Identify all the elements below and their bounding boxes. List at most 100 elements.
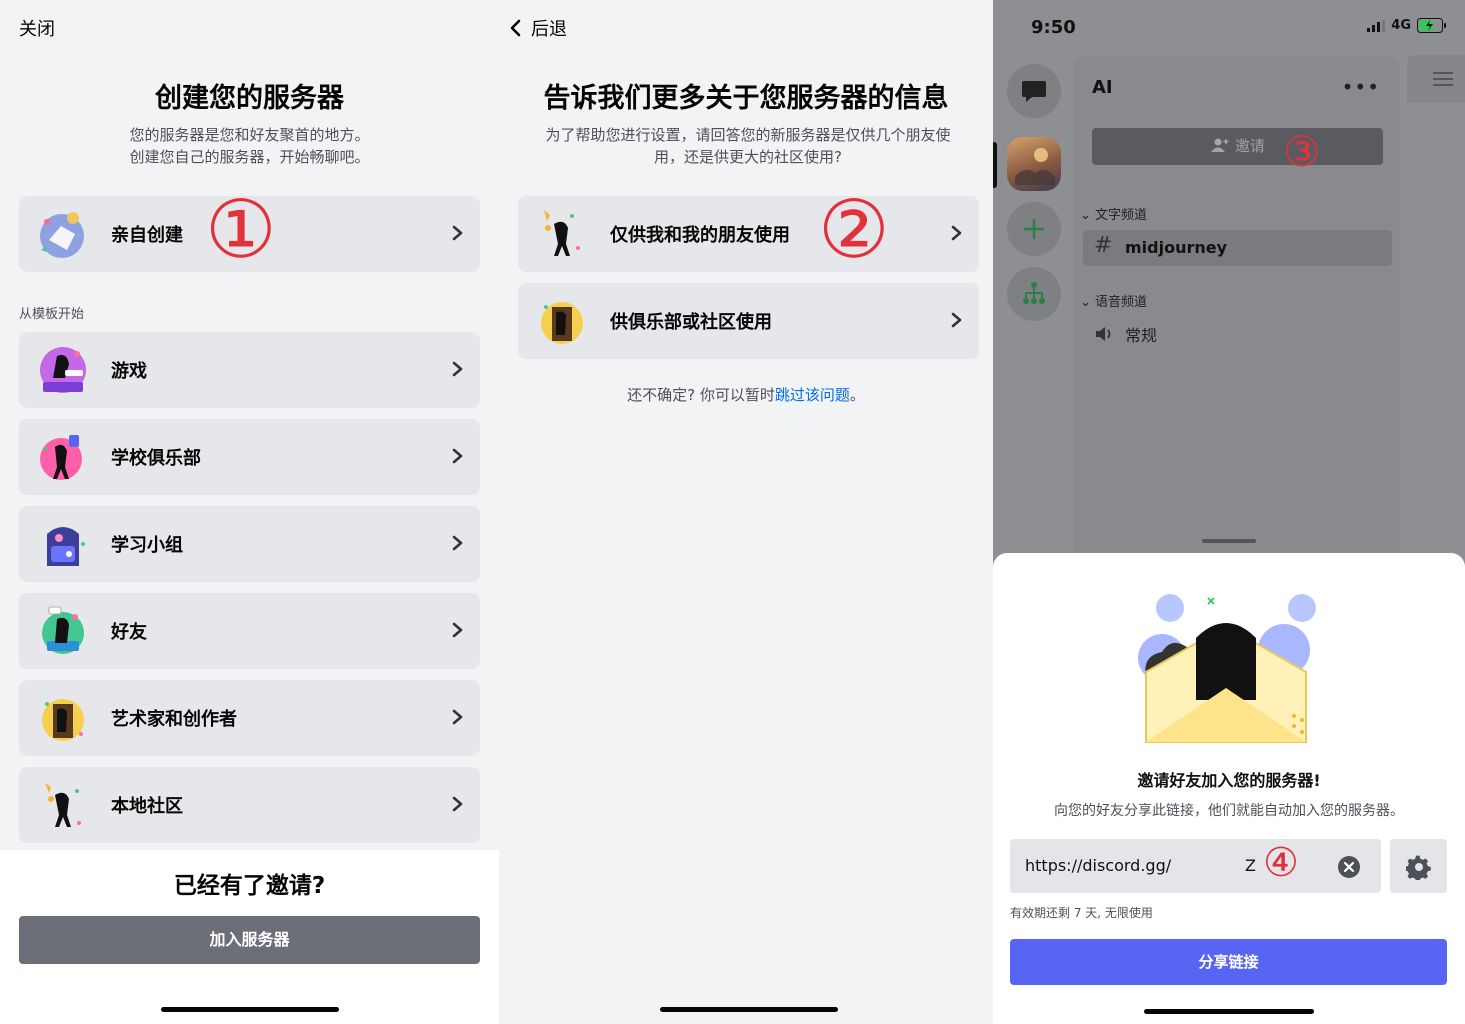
subtitle-line: 用，还是供更大的社区使用? (654, 148, 842, 166)
selected-server-pill (993, 142, 997, 188)
skip-suffix: 。 (849, 386, 865, 404)
plus-icon (1023, 218, 1045, 240)
invite-label: 邀请 (1234, 137, 1265, 155)
invite-link-field[interactable]: https://discord.gg/ Z ④ (1010, 839, 1381, 893)
server-avatar[interactable] (1007, 137, 1061, 191)
back-button[interactable]: 后退 (509, 15, 567, 41)
sheet-subtitle: 向您的好友分享此链接，他们就能自动加入您的服务器。 (1054, 803, 1404, 819)
back-label: 后退 (531, 19, 567, 40)
option-label: 供俱乐部或社区使用 (610, 312, 772, 333)
members-toggle[interactable] (1407, 55, 1465, 103)
invite-question: 已经有了邀请? (173, 873, 326, 899)
more-options-icon[interactable]: ••• (1342, 75, 1380, 99)
artists-icon (42, 699, 84, 741)
study-group-icon (47, 527, 85, 566)
chevron-right-icon (452, 622, 463, 638)
signal-icon (1367, 19, 1386, 32)
join-invite-section: 已经有了邀请? 加入服务器 (0, 850, 499, 1024)
home-indicator (660, 1007, 838, 1012)
invite-button[interactable]: 邀请 (1092, 128, 1383, 165)
chevron-right-icon (951, 312, 962, 328)
invite-settings-button[interactable] (1390, 839, 1447, 893)
skip-question-text: 还不确定? 你可以暂时跳过该问题。 (499, 384, 993, 405)
create-own-icon (40, 212, 84, 258)
speaker-icon (1096, 327, 1111, 341)
status-indicators: 4G (1367, 18, 1447, 33)
template-study-group[interactable]: 学习小组 (19, 506, 480, 582)
chevron-right-icon (452, 796, 463, 812)
template-label: 学校俱乐部 (111, 448, 201, 469)
add-person-icon (1211, 138, 1229, 152)
chevron-right-icon (951, 225, 962, 241)
template-artists[interactable]: 艺术家和创作者 (19, 680, 480, 756)
server-name: AI (1092, 77, 1113, 98)
clear-icon[interactable] (1337, 855, 1361, 879)
hierarchy-icon (1023, 282, 1045, 304)
share-link-button[interactable]: 分享链接 (1010, 939, 1447, 985)
subtitle-line: 您的服务器是您和好友聚首的地方。 (129, 126, 370, 144)
template-label: 好友 (111, 622, 147, 643)
chevron-right-icon (452, 225, 463, 241)
page-title: 告诉我们更多关于您服务器的信息 (543, 83, 949, 114)
chevron-right-icon (452, 535, 463, 551)
sheet-title: 邀请好友加入您的服务器! (1137, 771, 1321, 790)
create-own-label: 亲自创建 (111, 225, 183, 246)
category-text-channels[interactable]: ⌄ 文字频道 (1080, 204, 1147, 223)
category-voice-channels[interactable]: ⌄ 语音频道 (1080, 291, 1147, 310)
friends-only-icon (544, 210, 580, 256)
chevron-right-icon (452, 448, 463, 464)
subtitle-line: 为了帮助您进行设置，请回答您的新服务器是仅供几个朋友使 (545, 126, 951, 144)
template-label: 游戏 (111, 361, 147, 382)
template-section-label: 从模板开始 (19, 307, 85, 322)
option-community-button[interactable]: 供俱乐部或社区使用 (518, 283, 979, 359)
invite-url-tail: Z (1245, 856, 1256, 875)
hash-icon: # (1094, 233, 1113, 258)
chevron-left-icon (510, 19, 521, 37)
community-icon (541, 302, 583, 344)
friends-icon (42, 606, 84, 654)
skip-question-link[interactable]: 跳过该问题 (775, 386, 850, 404)
template-school-club[interactable]: 学校俱乐部 (19, 419, 480, 495)
direct-messages-button[interactable] (1007, 64, 1061, 118)
template-label: 艺术家和创作者 (111, 709, 237, 730)
annotation-marker: ④ (1263, 840, 1299, 886)
option-label: 仅供我和我的朋友使用 (610, 225, 790, 246)
server-avatar-image (1015, 148, 1055, 185)
invite-friends-panel: 9:50 4G AI ••• 邀请 ③ ⌄ 文字频道 # midjourney … (993, 0, 1465, 1024)
add-server-button[interactable] (1007, 202, 1061, 256)
option-friends-button[interactable]: 仅供我和我的朋友使用 ② (518, 190, 979, 272)
menu-icon (1433, 72, 1453, 86)
school-club-icon (40, 435, 82, 480)
close-button[interactable]: 关闭 (19, 15, 55, 41)
invite-url: https://discord.gg/ (1025, 856, 1172, 875)
chevron-right-icon (452, 361, 463, 377)
create-own-button[interactable]: 亲自创建 ① (19, 190, 480, 272)
local-community-icon (45, 783, 81, 827)
annotation-marker: ③ (1283, 127, 1321, 176)
template-label: 学习小组 (111, 535, 183, 556)
channel-list: AI ••• 邀请 ③ ⌄ 文字频道 # midjourney ⌄ 语音频道 常… (1074, 55, 1400, 575)
join-server-button[interactable]: 加入服务器 (19, 916, 480, 964)
chat-bubble-icon (1022, 81, 1046, 102)
invite-sheet: 邀请好友加入您的服务器! 向您的好友分享此链接，他们就能自动加入您的服务器。 h… (993, 553, 1465, 1024)
expire-text: 有效期还剩 7 天, 无限使用 (1010, 906, 1153, 920)
explore-servers-button[interactable] (1007, 267, 1061, 321)
annotation-marker: ① (205, 183, 277, 276)
template-friends[interactable]: 好友 (19, 593, 480, 669)
template-gaming[interactable]: 游戏 (19, 332, 480, 408)
gear-icon (1406, 855, 1431, 880)
voice-channel-general[interactable]: 常规 (1125, 322, 1157, 346)
page-title: 创建您的服务器 (155, 83, 344, 114)
template-local-community[interactable]: 本地社区 (19, 767, 480, 843)
create-server-panel: 关闭 创建您的服务器 您的服务器是您和好友聚首的地方。 创建您自己的服务器，开始… (0, 0, 499, 1024)
chevron-right-icon (452, 709, 463, 725)
home-indicator (1144, 1009, 1314, 1014)
sheet-grabber[interactable] (1202, 539, 1256, 543)
category-label: 文字频道 (1095, 208, 1148, 223)
server-purpose-panel: 后退 告诉我们更多关于您服务器的信息 为了帮助您进行设置，请回答您的新服务器是仅… (499, 0, 993, 1024)
page-subtitle: 为了帮助您进行设置，请回答您的新服务器是仅供几个朋友使 用，还是供更大的社区使用… (517, 124, 979, 168)
skip-prefix: 还不确定? 你可以暂时 (627, 386, 775, 404)
channel-name: midjourney (1125, 238, 1228, 257)
status-time: 9:50 (1031, 17, 1076, 38)
category-label: 语音频道 (1095, 295, 1148, 310)
